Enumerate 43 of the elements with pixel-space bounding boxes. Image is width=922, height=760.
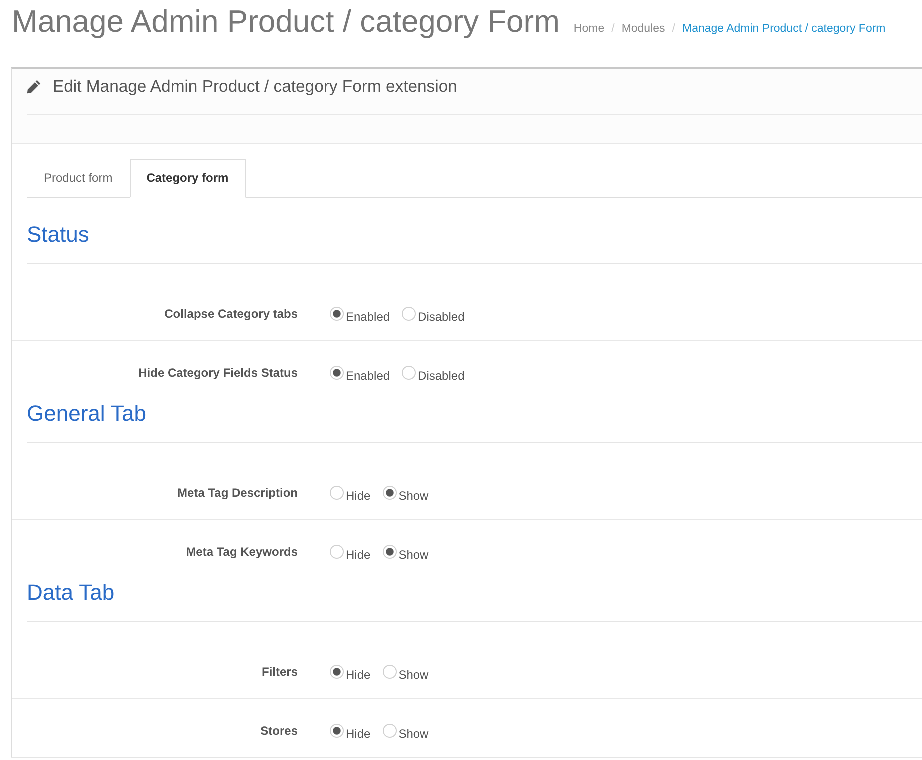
radio-button[interactable] (330, 486, 344, 500)
radio-button[interactable] (330, 724, 344, 738)
tab[interactable]: Product form (27, 159, 130, 198)
pencil-icon (27, 80, 41, 94)
option-label[interactable]: Hide (346, 725, 371, 743)
option-label[interactable]: Enabled (346, 308, 390, 326)
field-label: Hide Category Fields Status (138, 365, 299, 382)
option-label[interactable]: Enabled (346, 367, 390, 385)
radio-button[interactable] (382, 665, 397, 679)
option-label[interactable]: Hide (346, 546, 371, 564)
radio-button[interactable] (330, 307, 344, 321)
section-heading: Status (27, 220, 922, 264)
panel-title: Edit Manage Admin Product / category Form extension (53, 77, 458, 97)
breadcrumb-separator: / (612, 22, 615, 37)
field-label: Meta Tag Keywords (185, 544, 299, 561)
option-label[interactable]: Show (398, 487, 429, 505)
section-heading: Data Tab (27, 578, 922, 622)
breadcrumb-link[interactable]: Manage Admin Product / category Form (682, 21, 886, 38)
field-label: Stores (260, 723, 299, 740)
radio-button[interactable] (330, 366, 344, 380)
option-label[interactable]: Show (398, 546, 429, 564)
option-label[interactable]: Hide (346, 666, 371, 684)
radio-button[interactable] (382, 486, 397, 500)
option-label[interactable]: Show (398, 666, 429, 684)
option-label[interactable]: Disabled (418, 308, 465, 326)
radio-button[interactable] (402, 366, 416, 380)
tab[interactable]: Category form (130, 159, 246, 198)
radio-button[interactable] (402, 307, 416, 321)
option-label[interactable]: Show (398, 725, 429, 743)
option-label[interactable]: Disabled (418, 367, 465, 385)
field-label: Meta Tag Description (176, 485, 299, 502)
breadcrumb-link[interactable]: Home (574, 21, 605, 38)
radio-button[interactable] (382, 724, 397, 738)
breadcrumb-link[interactable]: Modules (622, 21, 666, 38)
section-heading: General Tab (27, 399, 922, 443)
breadcrumb-separator: / (672, 22, 676, 37)
radio-button[interactable] (330, 665, 344, 679)
field-label: Filters (260, 664, 299, 681)
radio-button[interactable] (330, 545, 344, 559)
page-title: Manage Admin Product / category Form (12, 3, 560, 41)
option-label[interactable]: Hide (346, 487, 371, 505)
radio-button[interactable] (382, 545, 397, 559)
field-label: Collapse Category tabs (164, 306, 299, 323)
